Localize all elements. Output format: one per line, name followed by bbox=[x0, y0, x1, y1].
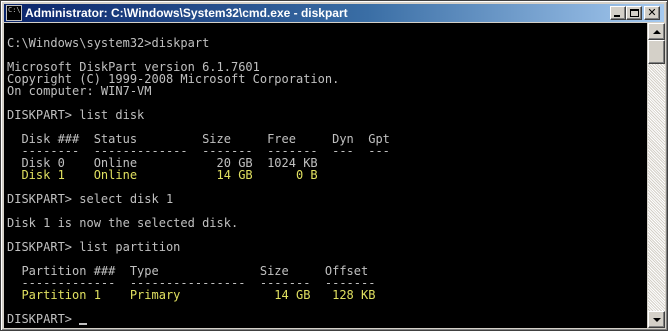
app-icon-label: C:\ bbox=[8, 6, 21, 14]
maximize-icon bbox=[630, 9, 639, 17]
window-title: Administrator: C:\Windows\System32\cmd.e… bbox=[25, 6, 348, 20]
scroll-up-button[interactable] bbox=[648, 23, 665, 40]
console-line: DISKPART> select disk 1 bbox=[7, 192, 174, 206]
console-line: On computer: WIN7-VM bbox=[7, 84, 152, 98]
console-line: C:\Windows\system32>diskpart bbox=[7, 36, 210, 50]
console-line: Disk 1 is now the selected disk. bbox=[7, 216, 239, 230]
minimize-button[interactable] bbox=[610, 6, 626, 20]
arrow-up-icon bbox=[653, 30, 661, 34]
console-line: DISKPART> list disk bbox=[7, 108, 145, 122]
close-button[interactable]: ✕ bbox=[644, 6, 660, 20]
minimize-icon bbox=[614, 15, 620, 17]
console-line: DISKPART> list partition bbox=[7, 240, 181, 254]
console-output[interactable]: C:\Windows\system32>diskpart Microsoft D… bbox=[4, 23, 647, 328]
arrow-down-icon bbox=[653, 318, 661, 322]
console-app-icon[interactable]: C:\ bbox=[6, 5, 22, 21]
title-bar[interactable]: C:\ Administrator: C:\Windows\System32\c… bbox=[4, 4, 664, 22]
command-prompt[interactable]: DISKPART> bbox=[7, 312, 88, 326]
maximize-button[interactable] bbox=[626, 6, 642, 20]
close-icon: ✕ bbox=[647, 6, 657, 19]
scrollbar-thumb[interactable] bbox=[648, 40, 665, 64]
table-row-selected: Disk 1 Online 14 GB 0 B bbox=[7, 168, 318, 182]
vertical-scrollbar[interactable] bbox=[648, 23, 665, 328]
scroll-down-button[interactable] bbox=[648, 311, 665, 328]
text-cursor bbox=[79, 323, 88, 325]
table-row-selected: Partition 1 Primary 14 GB 128 KB bbox=[7, 288, 376, 302]
prompt-text: DISKPART> bbox=[7, 312, 80, 326]
cmd-window: C:\ Administrator: C:\Windows\System32\c… bbox=[0, 0, 668, 331]
